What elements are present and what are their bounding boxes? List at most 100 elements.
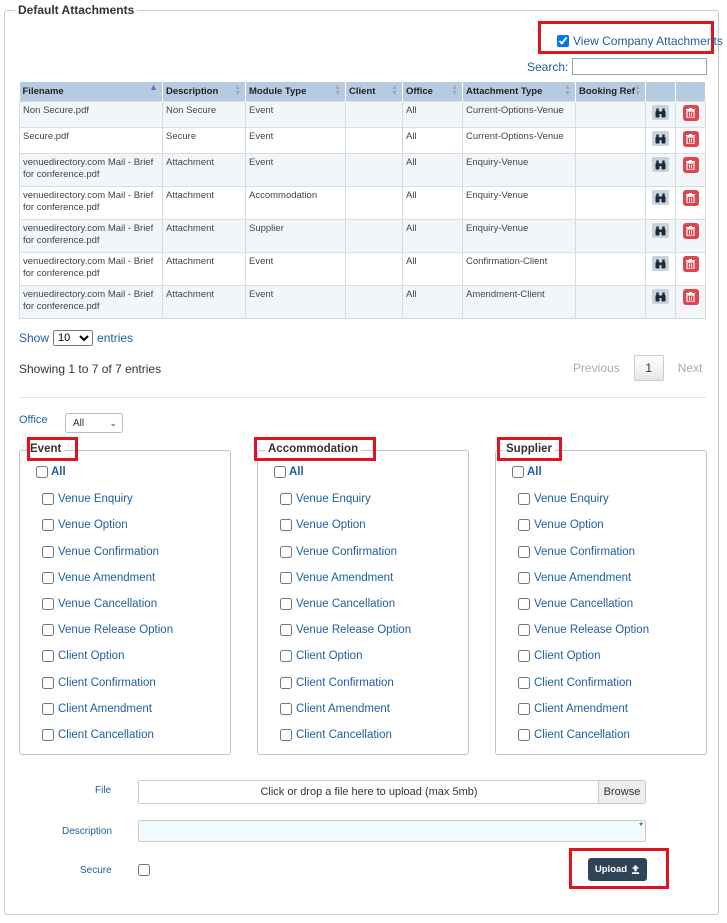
col-header-module-type[interactable]: Module Type ▲ ▼ xyxy=(245,82,346,102)
option-checkbox[interactable] xyxy=(280,624,292,636)
group-option[interactable]: Client Cancellation xyxy=(518,729,630,741)
group-option[interactable]: Client Confirmation xyxy=(42,677,156,689)
trash-icon[interactable] xyxy=(682,131,699,147)
entries-select[interactable]: 10 xyxy=(53,330,94,346)
option-checkbox[interactable] xyxy=(42,519,54,531)
file-drop-text[interactable]: Click or drop a file here to upload (max… xyxy=(139,781,599,803)
group-option[interactable]: Venue Cancellation xyxy=(280,598,395,610)
group-option[interactable]: Venue Confirmation xyxy=(518,546,635,558)
group-option[interactable]: Venue Cancellation xyxy=(42,598,157,610)
col-header-client[interactable]: Client ▲ ▼ xyxy=(345,82,403,102)
view-company-checkbox[interactable] xyxy=(557,35,569,47)
trash-icon[interactable] xyxy=(682,256,699,272)
group-option[interactable]: Client Option xyxy=(42,650,124,662)
office-select[interactable]: All ⌄ xyxy=(65,413,123,433)
next-button[interactable]: Next xyxy=(678,361,703,375)
option-checkbox[interactable] xyxy=(280,703,292,715)
group-option[interactable]: Venue Release Option xyxy=(280,624,411,636)
option-checkbox[interactable] xyxy=(518,650,530,662)
binoculars-icon[interactable] xyxy=(652,256,669,271)
group-option[interactable]: Client Cancellation xyxy=(42,729,154,741)
group-option[interactable]: Venue Enquiry xyxy=(280,493,371,505)
group-option[interactable]: Client Confirmation xyxy=(280,677,394,689)
option-checkbox[interactable] xyxy=(280,546,292,558)
group-option[interactable]: Venue Confirmation xyxy=(42,546,159,558)
group-option[interactable]: Venue Amendment xyxy=(518,572,631,584)
group-option[interactable]: Venue Option xyxy=(42,519,128,531)
binoculars-icon[interactable] xyxy=(652,105,669,120)
group-option[interactable]: Venue Cancellation xyxy=(518,598,633,610)
upload-button[interactable]: Upload xyxy=(588,858,647,881)
group-option[interactable]: Venue Release Option xyxy=(518,624,649,636)
option-checkbox[interactable] xyxy=(42,572,54,584)
option-checkbox[interactable] xyxy=(280,519,292,531)
option-checkbox[interactable] xyxy=(42,598,54,610)
option-checkbox[interactable] xyxy=(42,729,54,741)
group-option[interactable]: Client Option xyxy=(280,650,362,662)
option-checkbox[interactable] xyxy=(42,703,54,715)
group-option[interactable]: Venue Confirmation xyxy=(280,546,397,558)
option-checkbox[interactable] xyxy=(518,519,530,531)
option-checkbox[interactable] xyxy=(280,598,292,610)
col-header-filename[interactable]: Filename ▲ xyxy=(19,82,163,102)
option-checkbox[interactable] xyxy=(518,598,530,610)
binoculars-icon[interactable] xyxy=(652,131,669,146)
trash-icon[interactable] xyxy=(682,223,699,239)
group-option[interactable]: Client Confirmation xyxy=(518,677,632,689)
group-option[interactable]: Venue Release Option xyxy=(42,624,173,636)
group-option[interactable]: Venue Option xyxy=(280,519,366,531)
binoculars-icon[interactable] xyxy=(652,157,669,172)
option-checkbox[interactable] xyxy=(518,572,530,584)
option-checkbox[interactable] xyxy=(280,650,292,662)
group-option[interactable]: Client Amendment xyxy=(42,703,152,715)
col-header-description[interactable]: Description ▲ ▼ xyxy=(162,82,246,102)
all-checkbox[interactable] xyxy=(36,466,48,478)
group-option[interactable]: Venue Option xyxy=(518,519,604,531)
trash-icon[interactable] xyxy=(682,289,699,305)
option-checkbox[interactable] xyxy=(42,546,54,558)
trash-icon[interactable] xyxy=(682,157,699,173)
group-all-option[interactable]: All xyxy=(36,466,66,478)
binoculars-icon[interactable] xyxy=(652,223,669,238)
group-all-option[interactable]: All xyxy=(274,466,304,478)
group-option[interactable]: Client Amendment xyxy=(518,703,628,715)
option-checkbox[interactable] xyxy=(42,624,54,636)
option-checkbox[interactable] xyxy=(42,677,54,689)
group-all-option[interactable]: All xyxy=(512,466,542,478)
col-header-attachment-type[interactable]: Attachment Type ▲ ▼ xyxy=(462,82,576,102)
option-checkbox[interactable] xyxy=(518,677,530,689)
description-input[interactable]: * xyxy=(138,820,646,842)
group-option[interactable]: Client Amendment xyxy=(280,703,390,715)
group-option[interactable]: Venue Amendment xyxy=(42,572,155,584)
group-option[interactable]: Client Cancellation xyxy=(280,729,392,741)
previous-button[interactable]: Previous xyxy=(573,361,620,375)
all-checkbox[interactable] xyxy=(274,466,286,478)
group-option[interactable]: Venue Amendment xyxy=(280,572,393,584)
option-checkbox[interactable] xyxy=(42,493,54,505)
option-checkbox[interactable] xyxy=(280,677,292,689)
col-header-office[interactable]: Office ▲ ▼ xyxy=(402,82,463,102)
group-option[interactable]: Client Option xyxy=(518,650,600,662)
option-checkbox[interactable] xyxy=(518,493,530,505)
option-checkbox[interactable] xyxy=(518,624,530,636)
group-option[interactable]: Venue Enquiry xyxy=(42,493,133,505)
option-checkbox[interactable] xyxy=(518,546,530,558)
binoculars-icon[interactable] xyxy=(652,289,669,304)
secure-checkbox[interactable] xyxy=(138,864,150,876)
option-checkbox[interactable] xyxy=(280,493,292,505)
search-input[interactable] xyxy=(572,58,708,75)
view-company-attachments[interactable]: View Company Attachments xyxy=(557,34,723,48)
trash-icon[interactable] xyxy=(682,105,699,121)
browse-button[interactable]: Browse xyxy=(598,781,645,803)
option-checkbox[interactable] xyxy=(518,729,530,741)
page-1-button[interactable]: 1 xyxy=(633,355,664,381)
option-checkbox[interactable] xyxy=(280,729,292,741)
option-checkbox[interactable] xyxy=(42,650,54,662)
file-dropzone[interactable]: Click or drop a file here to upload (max… xyxy=(138,780,646,804)
trash-icon[interactable] xyxy=(682,190,699,206)
all-checkbox[interactable] xyxy=(512,466,524,478)
col-header-booking-ref[interactable]: Booking Ref ▲ ▼ xyxy=(575,82,646,102)
binoculars-icon[interactable] xyxy=(652,190,669,205)
option-checkbox[interactable] xyxy=(280,572,292,584)
group-option[interactable]: Venue Enquiry xyxy=(518,493,609,505)
